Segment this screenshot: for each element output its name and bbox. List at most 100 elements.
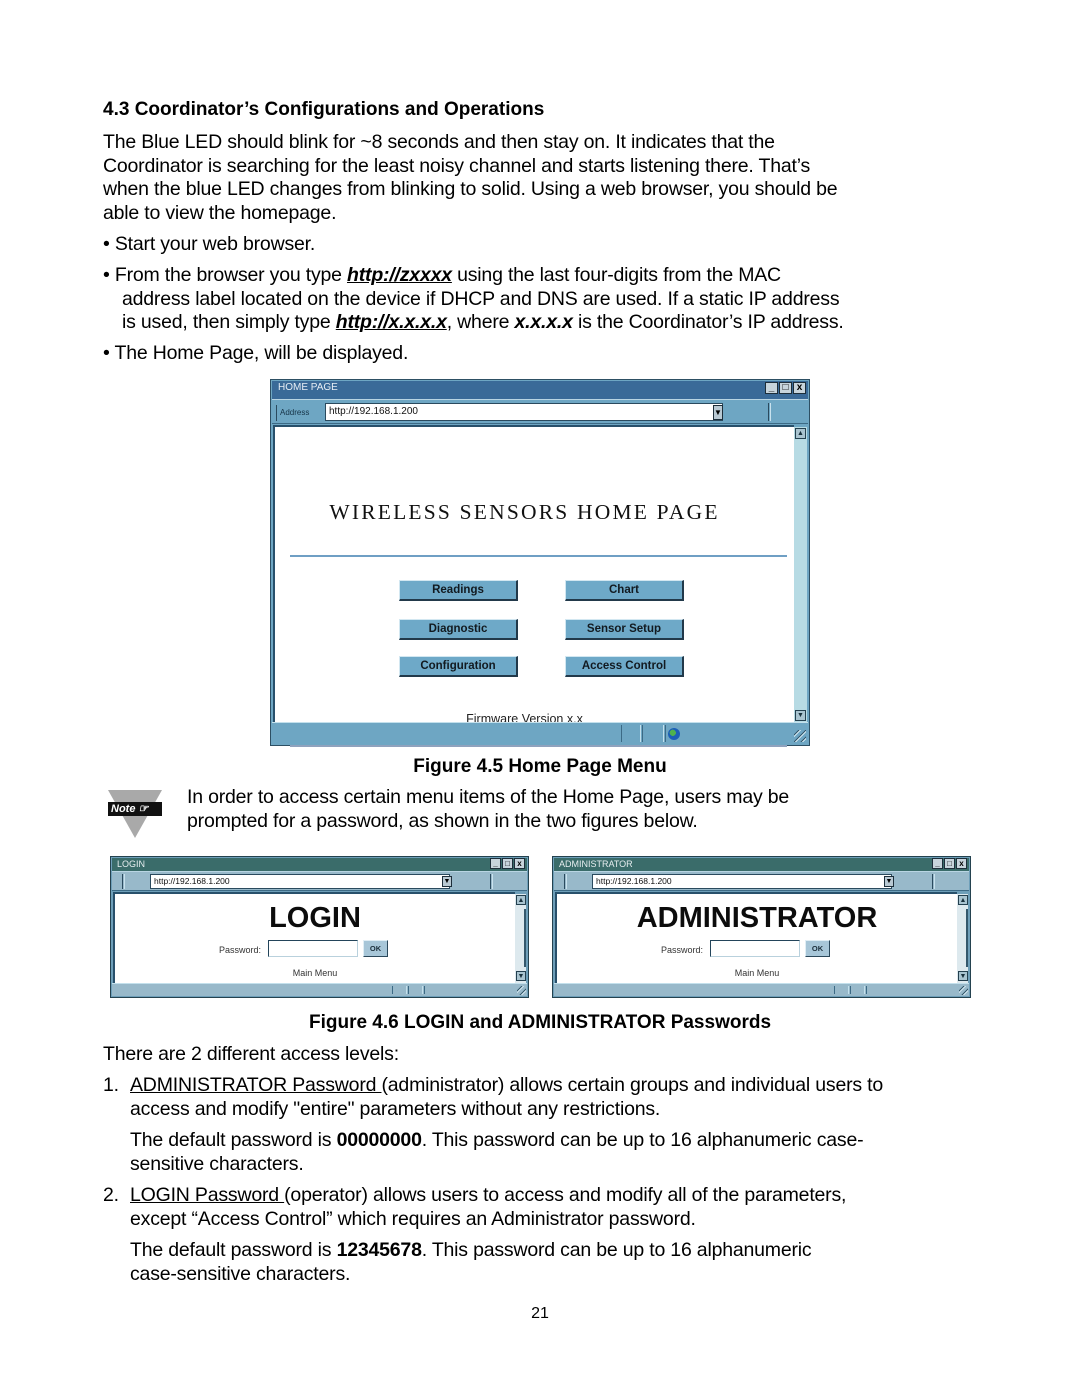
window-controls: _ □ x	[932, 858, 967, 869]
default-admin-password: 00000000	[336, 1129, 422, 1151]
page-viewport: ADMINISTRATOR Password: OK Main Menu	[555, 892, 957, 984]
section-heading: 4.3 Coordinator’s Configurations and Ope…	[103, 99, 545, 120]
sensor-setup-button[interactable]: Sensor Setup	[565, 619, 684, 640]
resize-grip[interactable]	[959, 986, 968, 995]
scroll-down-button[interactable]: ▼	[795, 710, 806, 721]
page-viewport: WIRELESS SENSORS HOME PAGE Readings Char…	[273, 425, 794, 747]
address-dropdown-button[interactable]: ▼	[884, 876, 894, 887]
scroll-up-button[interactable]: ▲	[516, 895, 526, 905]
resize-grip[interactable]	[517, 986, 526, 995]
bullet-text: , where	[446, 311, 515, 333]
status-cell	[392, 986, 407, 994]
window-titlebar[interactable]: LOGIN	[112, 858, 527, 871]
resize-grip[interactable]	[794, 730, 806, 742]
window-title: HOME PAGE	[278, 382, 338, 393]
close-button[interactable]: x	[793, 382, 806, 394]
window-titlebar[interactable]: ADMINISTRATOR	[554, 858, 969, 871]
status-cell	[621, 725, 641, 742]
address-bar: Address http://192.168.1.200 ▼	[272, 399, 808, 424]
address-dropdown-button[interactable]: ▼	[713, 405, 723, 420]
status-cell	[834, 986, 849, 994]
administrator-heading: ADMINISTRATOR	[636, 902, 878, 934]
status-bar	[112, 983, 527, 996]
home-page-browser-window: HOME PAGE _ □ x Address http://192.168.1…	[270, 379, 810, 747]
bullet-line: is used, then simply type http://x.x.x.x…	[103, 311, 983, 335]
list-term: ADMINISTRATOR Password	[130, 1074, 382, 1096]
scrollbar-thumb[interactable]	[524, 909, 526, 967]
address-input[interactable]: http://192.168.1.200	[150, 874, 450, 889]
hostname-url-link[interactable]: http://zxxxx	[347, 264, 452, 286]
divider	[290, 745, 787, 747]
bullet-home-displayed: • The Home Page, will be displayed.	[103, 342, 983, 366]
address-label: Address	[276, 405, 312, 421]
ok-button[interactable]: OK	[363, 940, 388, 957]
window-titlebar[interactable]: HOME PAGE	[272, 381, 808, 399]
bullet-text: using the last four-digits from the MAC	[451, 264, 781, 286]
address-input[interactable]: http://192.168.1.200	[592, 874, 892, 889]
password-label: Password:	[661, 945, 704, 955]
list-text: except “Access Control” which requires a…	[130, 1207, 696, 1230]
list-number: 2.	[103, 1184, 119, 1206]
access-intro: There are 2 different access levels:	[103, 1043, 399, 1065]
note-badge: Note ☞	[108, 802, 162, 816]
note-line: In order to access certain menu items of…	[187, 786, 790, 808]
toolbar-separator	[490, 874, 493, 889]
bullet-type-url: • From the browser you type http://zxxxx…	[103, 264, 983, 335]
scroll-up-button[interactable]: ▲	[958, 895, 968, 905]
address-bar: http://192.168.1.200 ▼	[112, 871, 527, 891]
figure-caption: Figure 4.6 LOGIN and ADMINISTRATOR Passw…	[308, 1012, 772, 1033]
intro-line: able to view the homepage.	[103, 201, 337, 224]
intro-line: The Blue LED should blink for ~8 seconds…	[103, 131, 775, 153]
configuration-button[interactable]: Configuration	[399, 656, 518, 677]
intro-paragraph: The Blue LED should blink for ~8 seconds…	[103, 131, 983, 225]
login-browser-window: LOGIN _ □ x http://192.168.1.200 ▼ LOGIN…	[110, 856, 529, 998]
administrator-browser-window: ADMINISTRATOR _ □ x http://192.168.1.200…	[552, 856, 971, 998]
maximize-button[interactable]: □	[502, 858, 513, 869]
list-text: The default password is	[130, 1239, 337, 1261]
intro-line: Coordinator is searching for the least n…	[103, 154, 811, 177]
list-text: sensitive characters.	[130, 1152, 304, 1175]
status-cell	[642, 725, 664, 742]
window-controls: _ □ x	[490, 858, 525, 869]
diagnostic-button[interactable]: Diagnostic	[399, 619, 518, 640]
ok-button[interactable]: OK	[805, 940, 830, 957]
readings-button[interactable]: Readings	[399, 580, 518, 601]
scrollbar-thumb[interactable]	[966, 909, 968, 967]
close-button[interactable]: x	[514, 858, 525, 869]
status-bar	[272, 722, 808, 744]
window-title: ADMINISTRATOR	[559, 859, 633, 869]
status-cell	[424, 986, 519, 994]
address-dropdown-button[interactable]: ▼	[442, 876, 452, 887]
ip-placeholder: x.x.x.x	[514, 311, 573, 333]
password-input[interactable]	[710, 940, 800, 957]
bullet-text: is used, then simply type	[122, 311, 336, 333]
close-button[interactable]: x	[956, 858, 967, 869]
page-viewport: LOGIN Password: OK Main Menu	[113, 892, 515, 984]
list-number: 1.	[103, 1074, 119, 1096]
bullet-text: The Home Page, will be displayed.	[114, 342, 409, 364]
scroll-down-button[interactable]: ▼	[958, 971, 968, 981]
chart-button[interactable]: Chart	[565, 580, 684, 601]
figure-caption: Figure 4.5 Home Page Menu	[413, 756, 667, 777]
vertical-scrollbar[interactable]	[794, 427, 807, 723]
maximize-button[interactable]: □	[944, 858, 955, 869]
main-menu-link[interactable]: Main Menu	[115, 968, 515, 978]
intro-line: when the blue LED changes from blinking …	[103, 178, 838, 200]
scroll-down-button[interactable]: ▼	[516, 971, 526, 981]
list-text: (operator) allows users to access and mo…	[284, 1184, 847, 1206]
note-line: prompted for a password, as shown in the…	[187, 809, 698, 832]
toolbar-separator	[122, 874, 125, 889]
minimize-button[interactable]: _	[765, 382, 778, 394]
address-input[interactable]: http://192.168.1.200	[325, 403, 723, 421]
scroll-up-button[interactable]: ▲	[795, 428, 806, 439]
address-bar: http://192.168.1.200 ▼	[554, 871, 969, 891]
main-menu-link[interactable]: Main Menu	[557, 968, 957, 978]
ip-url-link[interactable]: http://x.x.x.x	[336, 311, 447, 333]
minimize-button[interactable]: _	[932, 858, 943, 869]
maximize-button[interactable]: □	[779, 382, 792, 394]
list-text: access and modify "entire" parameters wi…	[130, 1097, 661, 1120]
access-item-administrator: 1. ADMINISTRATOR Password (administrator…	[103, 1074, 983, 1176]
minimize-button[interactable]: _	[490, 858, 501, 869]
password-input[interactable]	[268, 940, 358, 957]
access-control-button[interactable]: Access Control	[565, 656, 684, 677]
